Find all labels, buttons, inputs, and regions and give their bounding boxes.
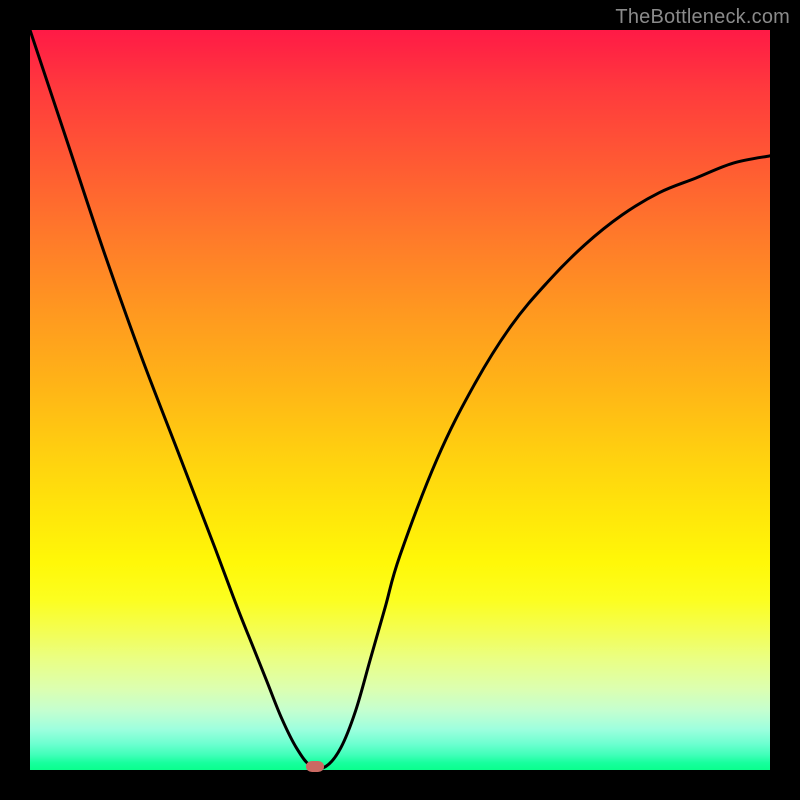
- chart-container: TheBottleneck.com: [0, 0, 800, 800]
- watermark: TheBottleneck.com: [615, 6, 790, 29]
- plot-area: [30, 30, 770, 770]
- minimum-marker: [306, 761, 324, 772]
- bottleneck-curve: [30, 30, 770, 770]
